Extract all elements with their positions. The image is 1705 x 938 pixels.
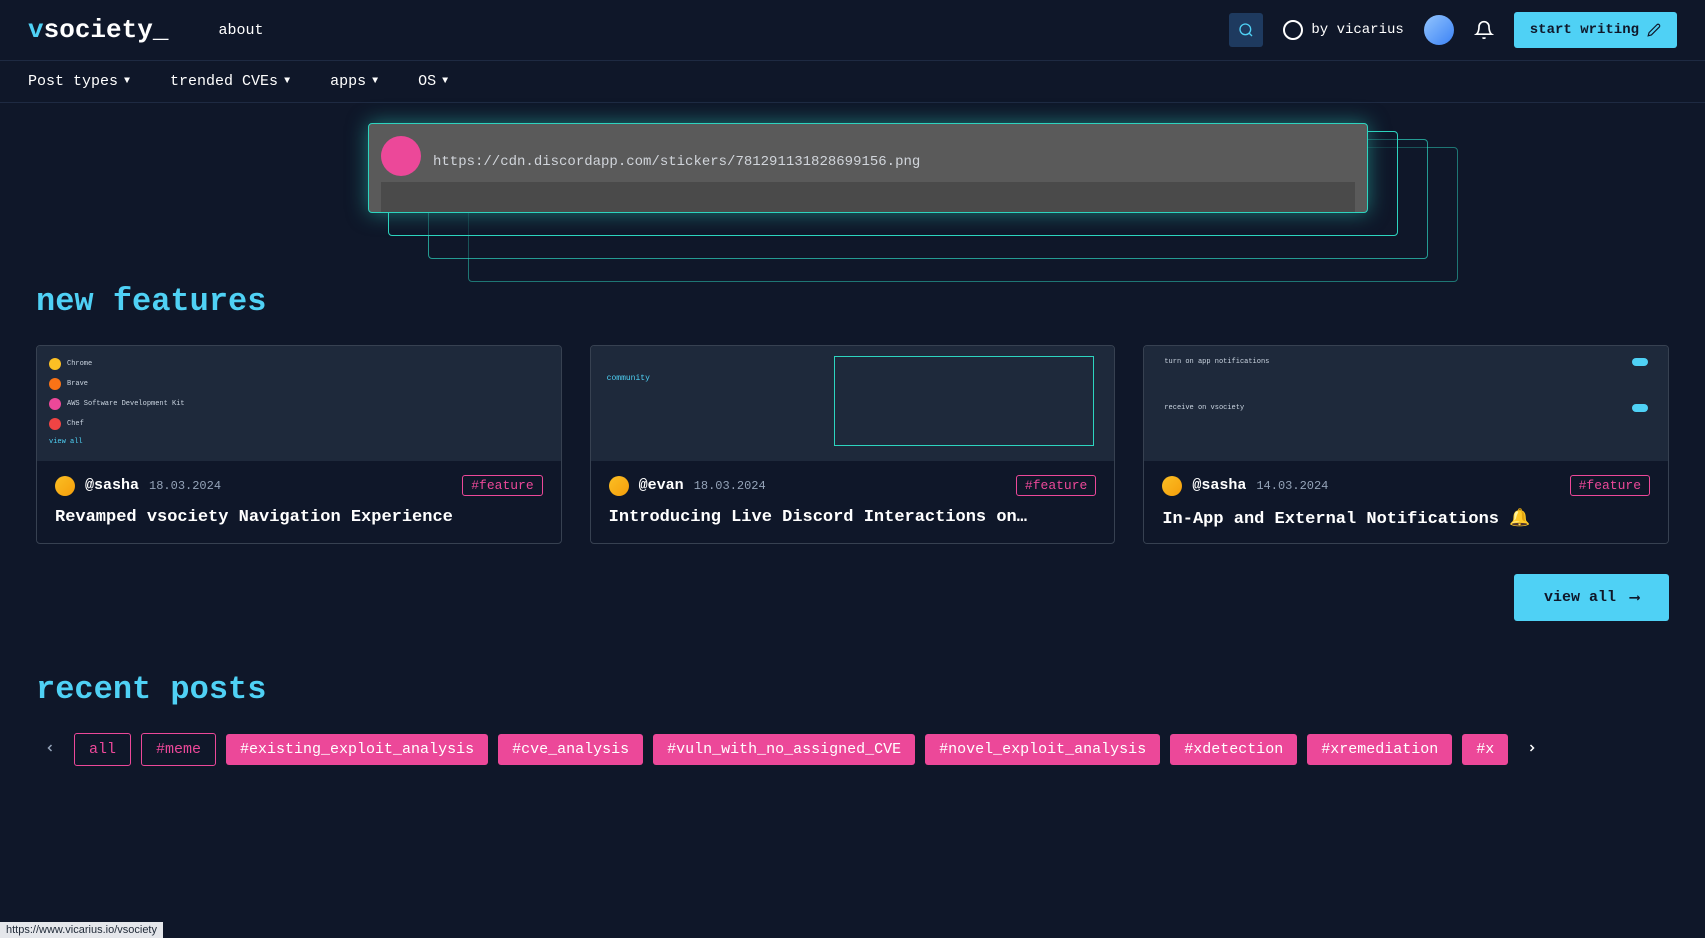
feature-meta: @evan 18.03.2024 #feature Introducing Li… — [591, 461, 1115, 541]
chevron-down-icon: ▼ — [284, 76, 290, 87]
feature-tag: #feature — [1570, 475, 1650, 496]
tag-all[interactable]: all — [74, 733, 131, 766]
hero-input-bar — [381, 182, 1355, 212]
nav-label: OS — [418, 73, 436, 90]
chevron-right-icon — [1526, 742, 1538, 754]
post-date: 18.03.2024 — [149, 479, 221, 493]
feature-tag: #feature — [1016, 475, 1096, 496]
vicarius-icon — [1283, 20, 1303, 40]
hero-url: https://cdn.discordapp.com/stickers/7812… — [433, 154, 920, 170]
author-handle: @evan — [639, 477, 684, 494]
hero-section: https://cdn.discordapp.com/stickers/7812… — [28, 103, 1677, 263]
tag-vuln-no-cve[interactable]: #vuln_with_no_assigned_CVE — [653, 734, 915, 765]
pencil-icon — [1647, 23, 1661, 37]
author-handle: @sasha — [1192, 477, 1246, 494]
start-writing-label: start writing — [1530, 22, 1639, 38]
tag-meme[interactable]: #meme — [141, 733, 216, 766]
top-header: vsociety_ about by vicarius start writin… — [0, 0, 1705, 61]
feature-card[interactable]: community @evan 18.03.2024 #feature Intr… — [590, 345, 1116, 544]
tag-xremediation[interactable]: #xremediation — [1307, 734, 1452, 765]
hero-avatar — [381, 136, 421, 176]
new-features-title: new features — [36, 283, 1705, 320]
feature-thumb: community — [591, 346, 1115, 461]
hero-card-main[interactable]: https://cdn.discordapp.com/stickers/7812… — [368, 123, 1368, 213]
by-vicarius-text: by vicarius — [1311, 22, 1403, 38]
nav-bar: Post types ▼ trended CVEs ▼ apps ▼ OS ▼ — [0, 61, 1705, 103]
logo[interactable]: vsociety_ — [28, 15, 168, 45]
search-icon — [1238, 22, 1254, 38]
author-avatar — [55, 476, 75, 496]
arrow-right-icon: ⟶ — [1630, 588, 1639, 607]
feature-card[interactable]: Chrome Brave AWS Software Development Ki… — [36, 345, 562, 544]
feature-title: Revamped vsociety Navigation Experience — [55, 508, 543, 527]
tag-xdetection[interactable]: #xdetection — [1170, 734, 1297, 765]
feature-meta: @sasha 18.03.2024 #feature Revamped vsoc… — [37, 461, 561, 541]
feature-tag: #feature — [462, 475, 542, 496]
chevron-down-icon: ▼ — [442, 76, 448, 87]
tag-novel-exploit[interactable]: #novel_exploit_analysis — [925, 734, 1160, 765]
recent-posts-title: recent posts — [36, 671, 1705, 708]
thumb-content: community — [591, 346, 1115, 461]
bell-icon[interactable] — [1474, 20, 1494, 40]
meta-row: @evan 18.03.2024 #feature — [609, 475, 1097, 496]
features-row: Chrome Brave AWS Software Development Ki… — [0, 345, 1705, 544]
tag-prev[interactable] — [36, 741, 64, 759]
tag-cve-analysis[interactable]: #cve_analysis — [498, 734, 643, 765]
nav-post-types[interactable]: Post types ▼ — [28, 73, 130, 90]
status-bar: https://www.vicarius.io/vsociety — [0, 922, 163, 938]
author-avatar — [1162, 476, 1182, 496]
user-avatar[interactable] — [1424, 15, 1454, 45]
feature-thumb: turn on app notifications receive on vso… — [1144, 346, 1668, 461]
feature-thumb: Chrome Brave AWS Software Development Ki… — [37, 346, 561, 461]
thumb-content: Chrome Brave AWS Software Development Ki… — [37, 346, 561, 461]
meta-row: @sasha 18.03.2024 #feature — [55, 475, 543, 496]
header-right: by vicarius start writing — [1229, 12, 1677, 48]
tag-existing-exploit[interactable]: #existing_exploit_analysis — [226, 734, 488, 765]
search-button[interactable] — [1229, 13, 1263, 47]
nav-apps[interactable]: apps ▼ — [330, 73, 378, 90]
tags-row: all #meme #existing_exploit_analysis #cv… — [0, 733, 1705, 766]
logo-text: society_ — [44, 15, 169, 45]
feature-card[interactable]: turn on app notifications receive on vso… — [1143, 345, 1669, 544]
post-date: 18.03.2024 — [694, 479, 766, 493]
card-inner: https://cdn.discordapp.com/stickers/7812… — [381, 136, 1355, 176]
about-link[interactable]: about — [218, 22, 263, 39]
chevron-down-icon: ▼ — [124, 76, 130, 87]
post-date: 14.03.2024 — [1256, 479, 1328, 493]
meta-row: @sasha 14.03.2024 #feature — [1162, 475, 1650, 496]
feature-title: Introducing Live Discord Interactions on… — [609, 508, 1097, 527]
view-all-label: view all — [1544, 589, 1616, 606]
start-writing-button[interactable]: start writing — [1514, 12, 1677, 48]
nav-os[interactable]: OS ▼ — [418, 73, 448, 90]
by-vicarius-link[interactable]: by vicarius — [1283, 20, 1403, 40]
chevron-left-icon — [44, 742, 56, 754]
nav-label: apps — [330, 73, 366, 90]
header-left: vsociety_ about — [28, 15, 263, 45]
author-avatar — [609, 476, 629, 496]
feature-meta: @sasha 14.03.2024 #feature In-App and Ex… — [1144, 461, 1668, 543]
feature-title: In-App and External Notifications 🔔 — [1162, 508, 1650, 529]
chevron-down-icon: ▼ — [372, 76, 378, 87]
author-handle: @sasha — [85, 477, 139, 494]
nav-label: trended CVEs — [170, 73, 278, 90]
nav-label: Post types — [28, 73, 118, 90]
thumb-content: turn on app notifications receive on vso… — [1144, 346, 1668, 461]
nav-trended-cves[interactable]: trended CVEs ▼ — [170, 73, 290, 90]
view-all-button[interactable]: view all ⟶ — [1514, 574, 1669, 621]
tag-x-partial[interactable]: #x — [1462, 734, 1508, 765]
tag-next[interactable] — [1518, 741, 1546, 759]
logo-prefix: v — [28, 15, 44, 45]
